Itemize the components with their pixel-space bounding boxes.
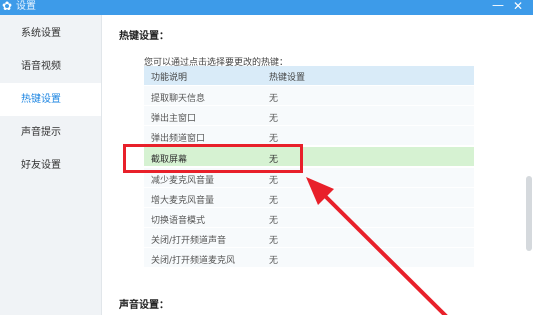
- annotation-arrow: [306, 177, 448, 315]
- annotation-arrow-shaft: [320, 191, 448, 315]
